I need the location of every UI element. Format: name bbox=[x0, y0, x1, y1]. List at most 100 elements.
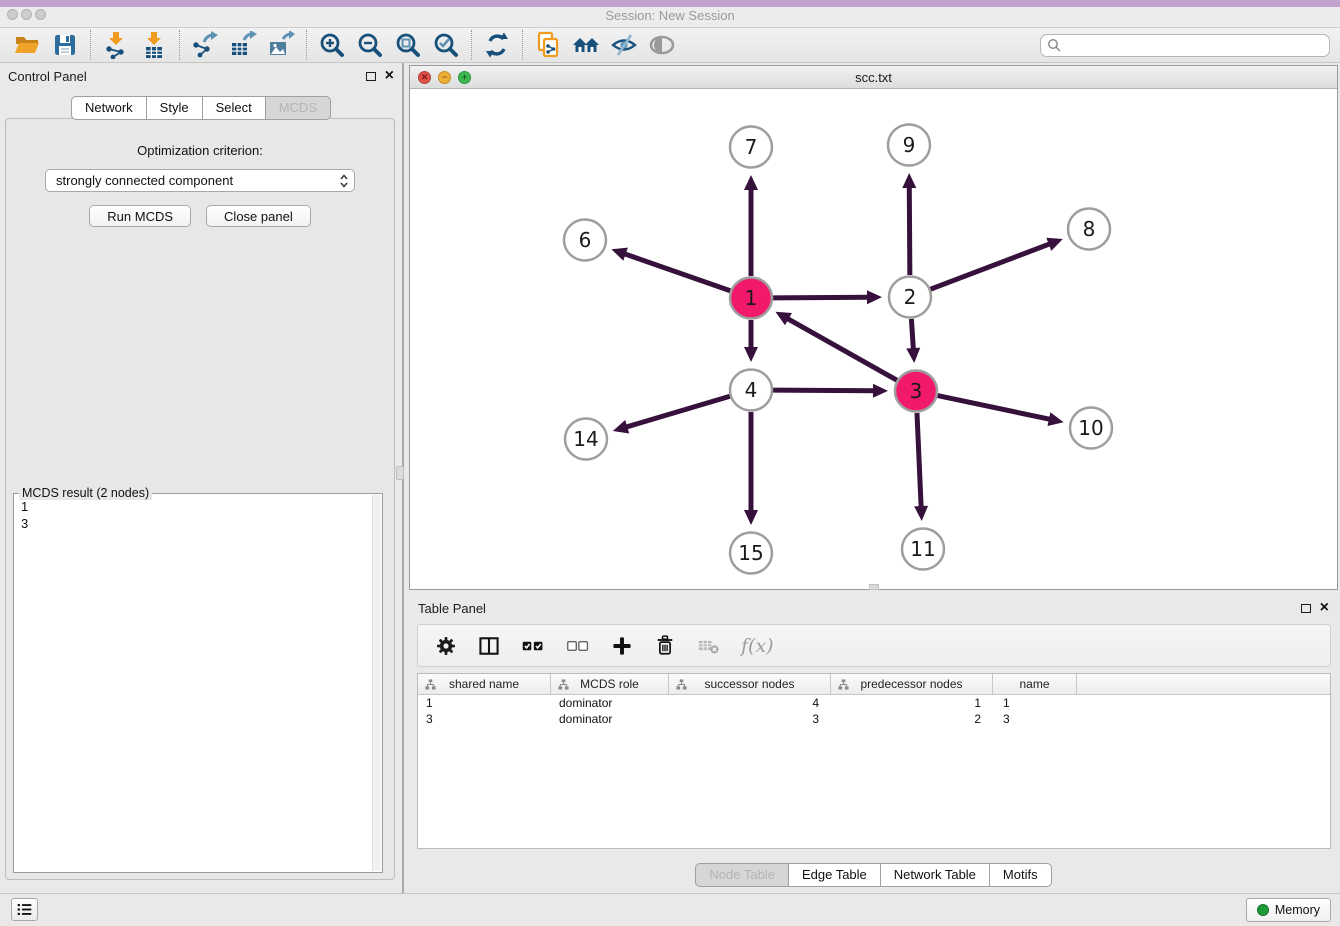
network-graph[interactable]: 7968124314101511 bbox=[410, 89, 1337, 589]
show-column-panel-button[interactable] bbox=[477, 634, 501, 658]
eye-slash-icon bbox=[610, 31, 638, 59]
column-label: MCDS role bbox=[580, 677, 639, 691]
graph-edge-1-6[interactable] bbox=[623, 253, 730, 291]
zoom-selected-button[interactable] bbox=[427, 29, 465, 61]
graph-edge-3-1[interactable] bbox=[786, 318, 897, 381]
cell-name[interactable]: 1 bbox=[993, 695, 1077, 711]
table-tabs: Node Table Edge Table Network Table Moti… bbox=[409, 863, 1338, 887]
refresh-button[interactable] bbox=[478, 29, 516, 61]
tab-network-table[interactable]: Network Table bbox=[880, 863, 990, 887]
birdseye-view-button[interactable] bbox=[643, 29, 681, 61]
tab-edge-table[interactable]: Edge Table bbox=[788, 863, 881, 887]
app-titlebar: Session: New Session bbox=[0, 0, 1340, 28]
cell-shared-name[interactable]: 1 bbox=[418, 695, 551, 711]
open-folder-icon bbox=[13, 31, 41, 59]
graph-edge-3-10[interactable] bbox=[938, 396, 1052, 420]
graph-node-label: 11 bbox=[910, 537, 935, 561]
show-task-history-button[interactable] bbox=[11, 898, 38, 921]
memory-button[interactable]: Memory bbox=[1246, 898, 1331, 922]
tab-mcds[interactable]: MCDS bbox=[265, 96, 331, 120]
run-mcds-button[interactable]: Run MCDS bbox=[89, 205, 191, 227]
hide-graphics-details-button[interactable] bbox=[605, 29, 643, 61]
import-table-button[interactable] bbox=[135, 29, 173, 61]
graph-edge-arrowhead bbox=[914, 506, 928, 521]
table-row[interactable]: 1 dominator 4 1 1 bbox=[418, 695, 1330, 711]
close-panel-button[interactable]: Close panel bbox=[206, 205, 311, 227]
graph-edge-4-3[interactable] bbox=[773, 390, 876, 391]
cell-successor-nodes[interactable]: 3 bbox=[669, 711, 831, 727]
cell-mcds-role[interactable]: dominator bbox=[551, 695, 669, 711]
delete-table-button-disabled[interactable] bbox=[696, 635, 722, 657]
graph-edge-3-11[interactable] bbox=[917, 413, 921, 509]
column-header-successor-nodes[interactable]: successor nodes bbox=[669, 674, 831, 694]
tab-select[interactable]: Select bbox=[202, 96, 266, 120]
criterion-dropdown[interactable]: strongly connected component bbox=[45, 169, 355, 192]
zoom-out-icon bbox=[356, 31, 384, 59]
table-settings-button[interactable] bbox=[434, 634, 458, 658]
hierarchy-icon bbox=[838, 679, 849, 690]
result-scrollbar-track[interactable] bbox=[372, 495, 381, 871]
function-builder-button-disabled[interactable]: f(x) bbox=[741, 635, 774, 657]
export-image-button[interactable] bbox=[262, 29, 300, 61]
export-network-button[interactable] bbox=[186, 29, 224, 61]
graph-edge-2-3[interactable] bbox=[911, 319, 913, 351]
close-panel-icon[interactable]: × bbox=[385, 71, 394, 81]
create-column-button[interactable] bbox=[610, 634, 634, 658]
import-network-button[interactable] bbox=[97, 29, 135, 61]
column-header-shared-name[interactable]: shared name bbox=[418, 674, 551, 694]
open-session-button[interactable] bbox=[8, 29, 46, 61]
tab-motifs[interactable]: Motifs bbox=[989, 863, 1052, 887]
cell-mcds-role[interactable]: dominator bbox=[551, 711, 669, 727]
graph-edge-1-2[interactable] bbox=[773, 297, 870, 298]
toolbar-separator bbox=[306, 30, 307, 60]
toolbar-separator bbox=[179, 30, 180, 60]
split-pane-handle-horizontal[interactable] bbox=[869, 584, 879, 590]
search-input[interactable] bbox=[1065, 38, 1323, 53]
zoom-in-button[interactable] bbox=[313, 29, 351, 61]
cell-shared-name[interactable]: 3 bbox=[418, 711, 551, 727]
mcds-result-text[interactable]: 1 3 bbox=[16, 496, 371, 870]
select-all-button[interactable] bbox=[520, 634, 546, 658]
column-label: predecessor nodes bbox=[860, 677, 962, 691]
network-canvas[interactable]: 7968124314101511 bbox=[410, 89, 1337, 589]
float-panel-icon[interactable] bbox=[366, 72, 376, 81]
cell-predecessor-nodes[interactable]: 2 bbox=[831, 711, 993, 727]
tab-node-table[interactable]: Node Table bbox=[695, 863, 789, 887]
graph-edge-arrowhead bbox=[902, 173, 916, 188]
column-label: successor nodes bbox=[704, 677, 794, 691]
column-header-mcds-role[interactable]: MCDS role bbox=[551, 674, 669, 694]
network-window-title: scc.txt bbox=[410, 70, 1337, 85]
graph-node-label: 6 bbox=[579, 228, 592, 252]
tab-network[interactable]: Network bbox=[71, 96, 147, 120]
export-table-icon bbox=[229, 31, 257, 59]
column-header-predecessor-nodes[interactable]: predecessor nodes bbox=[831, 674, 993, 694]
hierarchy-icon bbox=[425, 679, 436, 690]
clone-network-button[interactable] bbox=[529, 29, 567, 61]
column-header-name[interactable]: name bbox=[993, 674, 1077, 694]
cell-successor-nodes[interactable]: 4 bbox=[669, 695, 831, 711]
graph-edge-arrowhead bbox=[1047, 412, 1063, 426]
float-table-panel-icon[interactable] bbox=[1301, 604, 1311, 613]
graph-edge-2-8[interactable] bbox=[931, 243, 1052, 289]
unselect-all-button[interactable] bbox=[565, 634, 591, 658]
homes-icon bbox=[572, 31, 600, 59]
zoom-out-button[interactable] bbox=[351, 29, 389, 61]
close-table-panel-icon[interactable]: × bbox=[1320, 603, 1329, 613]
hierarchy-icon bbox=[676, 679, 687, 690]
save-session-button[interactable] bbox=[46, 29, 84, 61]
graph-edge-4-14[interactable] bbox=[624, 396, 730, 427]
graph-edge-arrowhead bbox=[613, 420, 629, 433]
cell-predecessor-nodes[interactable]: 1 bbox=[831, 695, 993, 711]
first-neighbors-button[interactable] bbox=[567, 29, 605, 61]
list-icon bbox=[16, 901, 33, 918]
graph-edge-2-9[interactable] bbox=[909, 185, 910, 275]
split-pane-handle[interactable] bbox=[396, 466, 404, 480]
cell-name[interactable]: 3 bbox=[993, 711, 1077, 727]
table-row[interactable]: 3 dominator 3 2 3 bbox=[418, 711, 1330, 727]
tab-style[interactable]: Style bbox=[146, 96, 203, 120]
graph-node-label: 15 bbox=[738, 541, 763, 565]
zoom-fit-button[interactable] bbox=[389, 29, 427, 61]
export-table-button[interactable] bbox=[224, 29, 262, 61]
delete-column-button[interactable] bbox=[653, 634, 677, 658]
search-box[interactable] bbox=[1040, 34, 1330, 57]
